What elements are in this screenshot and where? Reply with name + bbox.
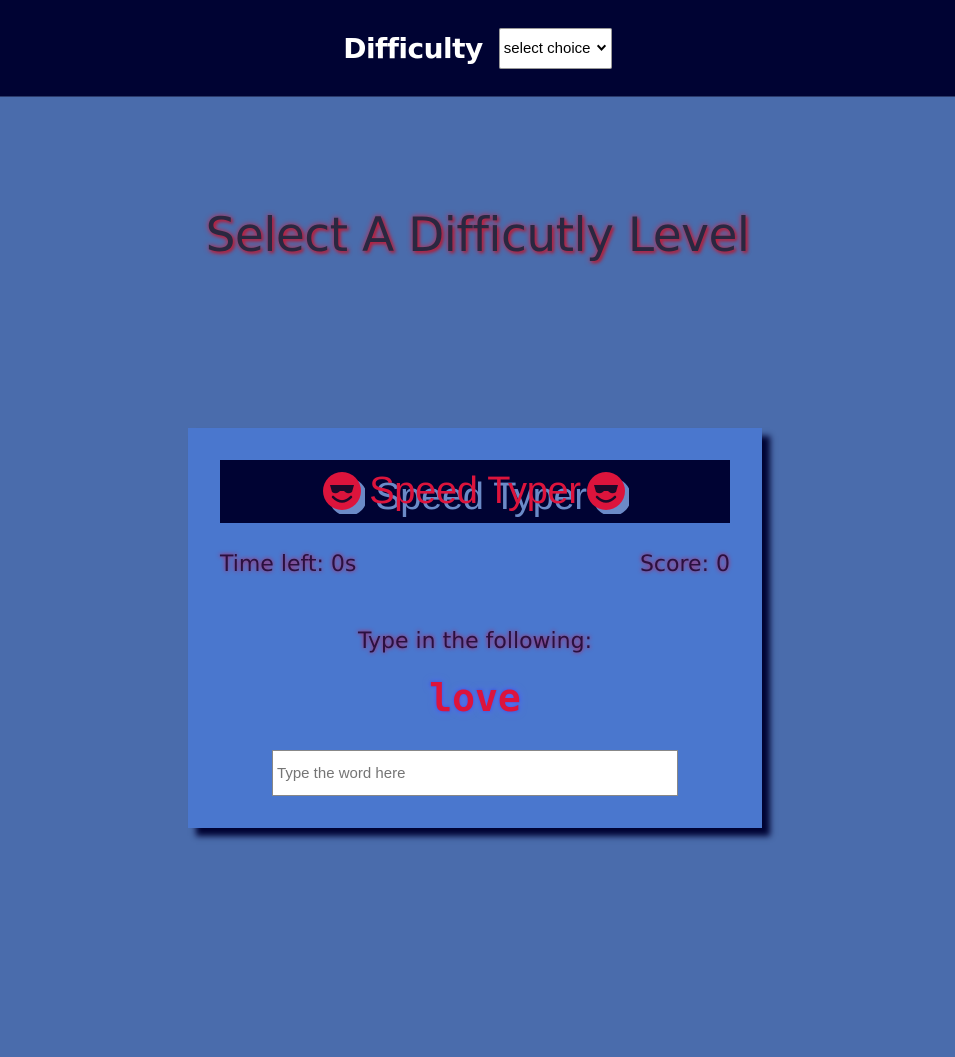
game-card: Speed Typer Time left: 0s Score: 0 Type … (188, 428, 762, 828)
target-word: love (429, 676, 521, 720)
word-input[interactable] (272, 750, 678, 796)
chevron-down-icon (596, 44, 606, 51)
difficulty-select[interactable]: select choice (498, 27, 612, 69)
difficulty-select-value: select choice (503, 39, 591, 57)
top-bar: Difficulty select choice (0, 0, 955, 97)
prompt-text: Type in the following: (358, 629, 592, 654)
difficulty-label: Difficulty (343, 31, 483, 65)
smiling-face-with-sunglasses-icon (323, 471, 366, 514)
time-left: Time left: 0s (220, 552, 357, 577)
score: Score: 0 (639, 552, 730, 577)
game-title: Speed Typer (369, 470, 581, 512)
title-banner: Speed Typer (220, 460, 730, 523)
smiling-face-with-sunglasses-icon (586, 471, 629, 514)
page-title: Select A Difficutly Level (205, 208, 750, 263)
stats-row: Time left: 0s Score: 0 (220, 552, 730, 577)
